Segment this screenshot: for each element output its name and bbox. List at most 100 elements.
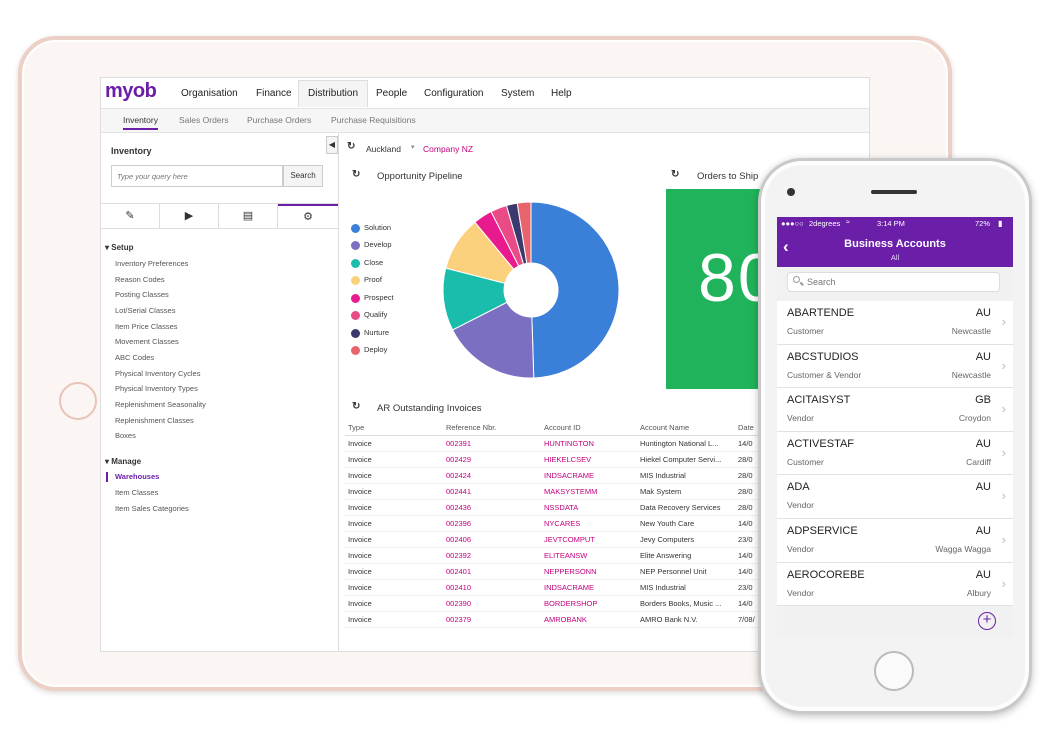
menu-abc-codes[interactable]: ABC Codes <box>115 353 154 362</box>
cell-reference-link[interactable]: 002424 <box>443 467 541 484</box>
tablet-home-button[interactable] <box>59 382 97 420</box>
subtab-sales-orders[interactable]: Sales Orders <box>179 115 229 125</box>
nav-help[interactable]: Help <box>551 88 572 99</box>
cell-reference-link[interactable]: 002390 <box>443 595 541 612</box>
list-item[interactable]: ACTIVESTAF Customer AU Cardiff › <box>777 431 1013 476</box>
menu-replenishment-seasonality[interactable]: Replenishment Seasonality <box>115 400 206 409</box>
cell-account-link[interactable]: INDSACRAME <box>541 467 637 484</box>
cell-account-link[interactable]: INDSACRAME <box>541 579 637 596</box>
cell-reference-link[interactable]: 002436 <box>443 499 541 516</box>
table-row[interactable]: Invoice 002441 MAKSYSTEMM Mak System 28/0 <box>345 483 769 500</box>
cell-account-link[interactable]: HUNTINGTON <box>541 435 637 452</box>
invoices-refresh-icon[interactable]: ↻ <box>352 401 360 412</box>
col-reference[interactable]: Reference Nbr. <box>443 420 541 436</box>
menu-reason-codes[interactable]: Reason Codes <box>115 275 165 284</box>
legend-close: Close <box>351 258 383 268</box>
nav-configuration[interactable]: Configuration <box>424 88 483 99</box>
col-type[interactable]: Type <box>345 420 443 436</box>
cell-account-link[interactable]: AMROBANK <box>541 611 637 628</box>
menu-warehouses[interactable]: Warehouses <box>115 472 159 481</box>
nav-finance[interactable]: Finance <box>256 88 292 99</box>
list-item[interactable]: AEROCOREBE Vendor AU Albury › <box>777 562 1013 607</box>
phone-home-button[interactable] <box>874 651 914 691</box>
pipeline-refresh-icon[interactable]: ↻ <box>352 169 360 180</box>
col-account-name[interactable]: Account Name <box>637 420 735 436</box>
menu-item-sales-categories[interactable]: Item Sales Categories <box>115 504 189 513</box>
manage-heading[interactable]: ▾ Manage <box>105 457 141 466</box>
nav-people[interactable]: People <box>376 88 407 99</box>
table-row[interactable]: Invoice 002392 ELITEANSW Elite Answering 14/… <box>345 547 769 564</box>
cell-account-link[interactable]: JEVTCOMPUT <box>541 531 637 548</box>
menu-lot-serial-classes[interactable]: Lot/Serial Classes <box>115 306 175 315</box>
setup-heading[interactable]: ▾ Setup <box>105 243 133 252</box>
table-row[interactable]: Invoice 002406 JEVTCOMPUT Jevy Computers 23/… <box>345 531 769 548</box>
cell-reference-link[interactable]: 002406 <box>443 531 541 548</box>
subtab-inventory[interactable]: Inventory <box>123 115 158 130</box>
nav-distribution[interactable]: Distribution <box>298 80 369 107</box>
list-item[interactable]: ADPSERVICE Vendor AU Wagga Wagga › <box>777 518 1013 563</box>
orders-refresh-icon[interactable]: ↻ <box>671 169 679 180</box>
menu-physical-inventory-types[interactable]: Physical Inventory Types <box>115 384 198 393</box>
table-row[interactable]: Invoice 002379 AMROBANK AMRO Bank N.V. 7/08/ <box>345 611 769 628</box>
cell-account-link[interactable]: BORDERSHOP <box>541 595 637 612</box>
cell-account-link[interactable]: NSSDATA <box>541 499 637 516</box>
list-item[interactable]: ABCSTUDIOS Customer & Vendor AU Newcastl… <box>777 344 1013 389</box>
branch-selector[interactable]: Auckland <box>366 144 401 154</box>
subtab-purchase-orders[interactable]: Purchase Orders <box>247 115 311 125</box>
menu-item-classes[interactable]: Item Classes <box>115 488 158 497</box>
cell-reference-link[interactable]: 002391 <box>443 435 541 452</box>
menu-physical-inventory-cycles[interactable]: Physical Inventory Cycles <box>115 369 200 378</box>
cell-reference-link[interactable]: 002441 <box>443 483 541 500</box>
nav-system[interactable]: System <box>501 88 534 99</box>
menu-inventory-preferences[interactable]: Inventory Preferences <box>115 259 188 268</box>
collapse-sidebar-button[interactable]: ◀ <box>326 136 338 154</box>
col-account-id[interactable]: Account ID <box>541 420 637 436</box>
cell-reference-link[interactable]: 002429 <box>443 451 541 468</box>
nav-organisation[interactable]: Organisation <box>181 88 238 99</box>
list-item[interactable]: ABARTENDE Customer AU Newcastle › <box>777 301 1013 345</box>
menu-movement-classes[interactable]: Movement Classes <box>115 337 179 346</box>
cell-account-link[interactable]: ELITEANSW <box>541 547 637 564</box>
subtab-purchase-requisitions[interactable]: Purchase Requisitions <box>331 115 416 125</box>
play-icon[interactable]: ▶ <box>160 204 219 228</box>
chevron-down-icon[interactable]: ▾ <box>411 143 415 151</box>
table-row[interactable]: Invoice 002391 HUNTINGTON Huntington Nation… <box>345 435 769 452</box>
pencil-icon[interactable]: ✎ <box>101 204 160 228</box>
table-row[interactable]: Invoice 002390 BORDERSHOP Borders Books, Mu… <box>345 595 769 612</box>
cell-reference-link[interactable]: 002396 <box>443 515 541 532</box>
chevron-right-icon: › <box>1001 314 1006 329</box>
add-account-button[interactable]: + <box>978 612 996 630</box>
report-icon[interactable]: ▤ <box>219 204 278 228</box>
table-row[interactable]: Invoice 002401 NEPPERSONN NEP Personnel Uni… <box>345 563 769 580</box>
list-item[interactable]: ACITAISYST Vendor GB Croydon › <box>777 388 1013 432</box>
cell-reference-link[interactable]: 002401 <box>443 563 541 580</box>
table-row[interactable]: Invoice 002410 INDSACRAME MIS Industrial 23/… <box>345 579 769 596</box>
cell-account-link[interactable]: NYCARES <box>541 515 637 532</box>
menu-replenishment-classes[interactable]: Replenishment Classes <box>115 416 194 425</box>
cell-reference-link[interactable]: 002379 <box>443 611 541 628</box>
company-selector[interactable]: Company NZ <box>423 144 473 154</box>
menu-boxes[interactable]: Boxes <box>115 431 136 440</box>
accounts-search-input[interactable] <box>787 272 1000 292</box>
table-row[interactable]: Invoice 002396 NYCARES New Youth Care 14/0 <box>345 515 769 532</box>
sidebar-search-button[interactable]: Search <box>283 165 323 187</box>
account-code: ACTIVESTAF <box>787 437 855 450</box>
cell-account-link[interactable]: HIEKELCSEV <box>541 451 637 468</box>
cell-account-link[interactable]: NEPPERSONN <box>541 563 637 580</box>
cell-account-link[interactable]: MAKSYSTEMM <box>541 483 637 500</box>
table-row[interactable]: Invoice 002424 INDSACRAME MIS Industrial 28/… <box>345 467 769 484</box>
cell-reference-link[interactable]: 002410 <box>443 579 541 596</box>
donut-slice-solution[interactable] <box>530 201 620 379</box>
menu-posting-classes[interactable]: Posting Classes <box>115 290 169 299</box>
list-item[interactable]: ADA Vendor AU › <box>777 475 1013 519</box>
menu-item-price-classes[interactable]: Item Price Classes <box>115 322 178 331</box>
table-row[interactable]: Invoice 002436 NSSDATA Data Recovery Servic… <box>345 499 769 516</box>
legend-nurture: Nurture <box>351 328 389 338</box>
gear-icon[interactable]: ⚙ <box>278 204 338 228</box>
legend-proof: Proof <box>351 275 382 285</box>
table-row[interactable]: Invoice 002429 HIEKELCSEV Hiekel Computer S… <box>345 451 769 468</box>
sidebar-search-input[interactable] <box>111 165 283 187</box>
cell-reference-link[interactable]: 002392 <box>443 547 541 564</box>
myob-logo[interactable]: myob <box>105 80 157 103</box>
refresh-icon[interactable]: ↻ <box>347 141 355 152</box>
